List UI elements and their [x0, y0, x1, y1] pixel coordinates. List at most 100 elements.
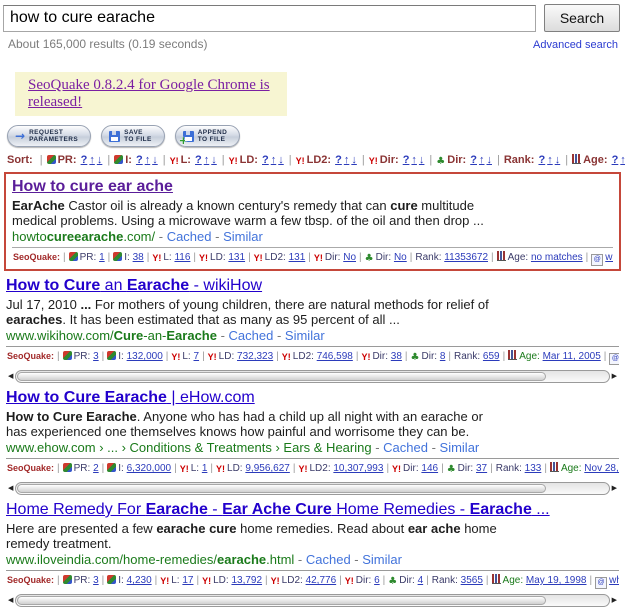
sort-asc-link[interactable]: ↑: [344, 154, 350, 166]
sq-metric-value[interactable]: No: [343, 252, 356, 263]
sort-help-link[interactable]: ?: [262, 154, 269, 166]
sort-asc-link[interactable]: ↑: [411, 154, 417, 166]
sq-metric-label: Rank:: [432, 575, 461, 586]
sq-metric-value[interactable]: 132,000: [127, 351, 163, 362]
sq-metric-value[interactable]: 131: [228, 252, 245, 263]
yahoo-icon: [160, 577, 169, 586]
sq-metric-label: I:: [118, 575, 126, 586]
similar-link[interactable]: Similar: [285, 328, 325, 343]
scroll-track[interactable]: [15, 482, 609, 495]
sq-metric-value[interactable]: whois: [609, 575, 619, 586]
h-scrollbar[interactable]: ◀▶: [6, 593, 619, 607]
sort-asc-link[interactable]: ↑: [89, 154, 95, 166]
sq-metric-value[interactable]: 732,323: [237, 351, 273, 362]
scroll-thumb[interactable]: [17, 484, 546, 493]
sq-metric-value[interactable]: 146: [421, 463, 438, 474]
sort-asc-link[interactable]: ↑: [479, 154, 485, 166]
sq-metric-value[interactable]: May 19, 1998: [526, 575, 587, 586]
cached-link[interactable]: Cached: [229, 328, 274, 343]
sq-metric-value[interactable]: 131: [289, 252, 306, 263]
sort-desc-link[interactable]: ↓: [152, 154, 158, 166]
sq-metric-value[interactable]: 10,307,993: [333, 463, 383, 474]
sq-metric-value[interactable]: 37: [476, 463, 487, 474]
h-scrollbar[interactable]: ◀▶: [6, 369, 619, 383]
sort-desc-link[interactable]: ↓: [211, 154, 217, 166]
cached-link[interactable]: Cached: [167, 229, 212, 244]
cached-link[interactable]: Cached: [306, 552, 351, 567]
sq-metric-value[interactable]: 3565: [461, 575, 483, 586]
scroll-left-arrow[interactable]: ◀: [6, 594, 15, 606]
sq-metric-value[interactable]: 38: [391, 351, 402, 362]
sq-metric-value[interactable]: 746,598: [317, 351, 353, 362]
sort-help-link[interactable]: ?: [470, 154, 477, 166]
sort-help-link[interactable]: ?: [81, 154, 88, 166]
sq-metric-value[interactable]: 3: [93, 351, 99, 362]
sq-metric-value[interactable]: No: [394, 252, 407, 263]
sort-desc-link[interactable]: ↓: [486, 154, 492, 166]
sq-metric-value[interactable]: Mar 11, 2005: [543, 351, 601, 362]
sort-desc-link[interactable]: ↓: [278, 154, 284, 166]
similar-link[interactable]: Similar: [440, 440, 480, 455]
sq-metric-value[interactable]: 38: [133, 252, 144, 263]
scroll-left-arrow[interactable]: ◀: [6, 482, 15, 494]
sort-help-link[interactable]: ?: [538, 154, 545, 166]
sq-metric-value[interactable]: whois: [605, 252, 613, 263]
sort-desc-link[interactable]: ↓: [351, 154, 357, 166]
sort-help-link[interactable]: ?: [403, 154, 410, 166]
search-button[interactable]: Search: [544, 4, 620, 32]
similar-link[interactable]: Similar: [362, 552, 402, 567]
sort-asc-link[interactable]: ↑: [271, 154, 277, 166]
sq-metric-value[interactable]: 2: [93, 463, 99, 474]
sq-metric-label: Rank:: [415, 252, 444, 263]
append-file-icon: +: [183, 131, 194, 142]
sort-asc-link[interactable]: ↑: [204, 154, 210, 166]
sq-metric-value[interactable]: 9,956,627: [245, 463, 290, 474]
sq-metric-value[interactable]: Nov 28, 1999: [584, 463, 619, 474]
h-scrollbar[interactable]: ◀▶: [6, 481, 619, 495]
advanced-search-link[interactable]: Advanced search: [533, 39, 618, 51]
sort-desc-link[interactable]: ↓: [555, 154, 561, 166]
sq-metric-value[interactable]: 11353672: [444, 252, 488, 263]
age-chart-icon: [508, 350, 517, 360]
scroll-track[interactable]: [15, 370, 609, 383]
scroll-thumb[interactable]: [17, 596, 546, 605]
scroll-right-arrow[interactable]: ▶: [610, 370, 619, 382]
sq-metric-value[interactable]: 659: [483, 351, 500, 362]
sq-metric-value[interactable]: 116: [174, 252, 190, 263]
sq-metric-value[interactable]: 1: [99, 252, 105, 263]
result-title-link[interactable]: How to Cure Earache | eHow.com: [6, 389, 255, 407]
save-to-file-button[interactable]: Save to file: [101, 125, 165, 147]
scroll-right-arrow[interactable]: ▶: [610, 594, 619, 606]
sort-help-link[interactable]: ?: [136, 154, 143, 166]
scroll-right-arrow[interactable]: ▶: [610, 482, 619, 494]
request-parameters-button[interactable]: Request Parameters: [7, 125, 91, 147]
sq-metric-value[interactable]: 17: [182, 575, 193, 586]
append-to-file-button[interactable]: + Append to file: [175, 125, 241, 147]
banner-release-link[interactable]: SeoQuake 0.8.2.4 for Google Chrome is re…: [28, 77, 287, 111]
cached-link[interactable]: Cached: [383, 440, 428, 455]
sq-metric-value[interactable]: no matches: [531, 252, 583, 263]
result-title-link[interactable]: How to cure ear ache: [12, 178, 173, 196]
scroll-left-arrow[interactable]: ◀: [6, 370, 15, 382]
similar-link[interactable]: Similar: [223, 229, 263, 244]
sort-asc-link[interactable]: ↑: [620, 154, 625, 166]
sort-desc-link[interactable]: ↓: [97, 154, 103, 166]
sort-asc-link[interactable]: ↑: [145, 154, 151, 166]
sort-asc-link[interactable]: ↑: [547, 154, 553, 166]
sq-metric-value[interactable]: 13,792: [231, 575, 262, 586]
result-title-link[interactable]: How to Cure an Earache - wikiHow: [6, 277, 262, 295]
sort-desc-link[interactable]: ↓: [419, 154, 425, 166]
sq-metric-value[interactable]: 6: [374, 575, 380, 586]
search-input[interactable]: [3, 5, 536, 32]
sq-metric-value[interactable]: 42,776: [306, 575, 337, 586]
scroll-thumb[interactable]: [17, 372, 546, 381]
sq-metric-value[interactable]: 4,230: [127, 575, 152, 586]
sq-metric-value[interactable]: 3: [93, 575, 99, 586]
result-title-link[interactable]: Home Remedy For Earache - Ear Ache Cure …: [6, 501, 550, 519]
sq-metric-value[interactable]: 133: [525, 463, 542, 474]
sort-help-link[interactable]: ?: [195, 154, 202, 166]
scroll-track[interactable]: [15, 594, 609, 607]
sort-help-link[interactable]: ?: [612, 154, 619, 166]
sort-help-link[interactable]: ?: [335, 154, 342, 166]
sq-metric-value[interactable]: 6,320,000: [127, 463, 172, 474]
